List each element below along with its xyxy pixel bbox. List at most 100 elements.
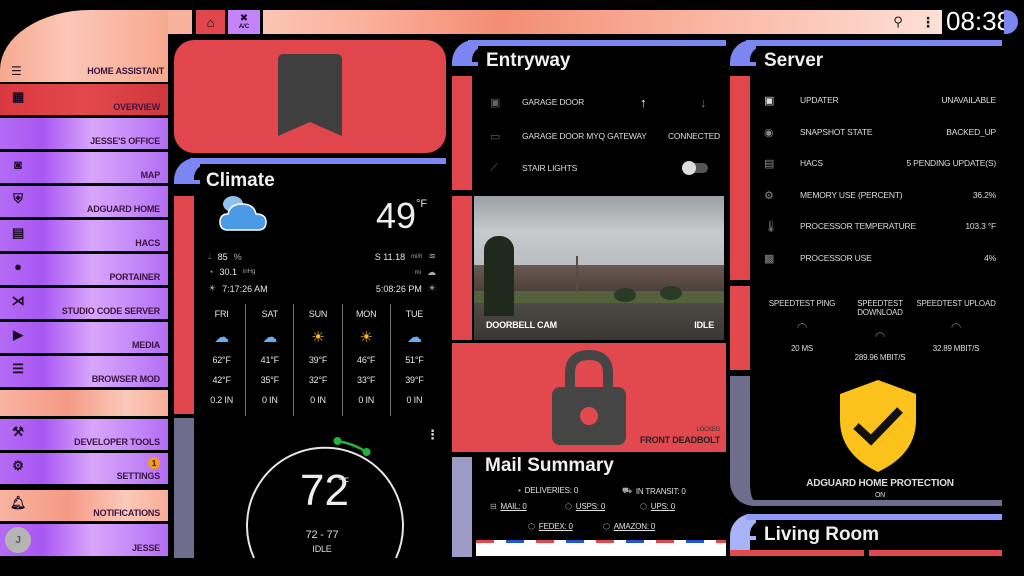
usps-link[interactable]: ⬡ USPS: 0 bbox=[565, 502, 605, 511]
sidebar-item-overview[interactable]: ▦ Overview bbox=[0, 84, 168, 115]
myq-gateway-row: ▭ Garage Door MyQ Gateway Connected bbox=[490, 124, 720, 148]
server-row-value: 5 pending update(s) bbox=[906, 158, 996, 168]
fedex-count[interactable]: FedEx: 0 bbox=[539, 522, 573, 531]
forecast-low: 32°F bbox=[308, 375, 328, 385]
front-deadbolt-card[interactable]: Locked Front Deadbolt bbox=[452, 343, 726, 452]
setpoint-high-handle[interactable] bbox=[362, 447, 371, 456]
forecast-day: Fri ☁ 62°F 42°F 0.2 in bbox=[198, 304, 247, 416]
forecast-precip: 0 in bbox=[261, 395, 278, 405]
wind-value: S 11.18 bbox=[374, 251, 406, 262]
docker-whale-icon: ● bbox=[14, 258, 22, 274]
living-room-bar bbox=[730, 550, 864, 556]
doorbell-camera-feed[interactable]: Doorbell Cam Idle bbox=[474, 196, 724, 340]
forecast-day-label: Fri bbox=[214, 309, 229, 319]
sidebar-item-map[interactable]: ◙ Map bbox=[0, 152, 168, 183]
mail-link[interactable]: ⊟ Mail: 0 bbox=[490, 502, 527, 511]
sidebar-item-label: Studio Code Server bbox=[61, 306, 160, 316]
sidebar-item-portainer[interactable]: ● Portainer bbox=[0, 254, 168, 285]
sidebar-item-developer-tools[interactable]: ⚒ Developer Tools bbox=[0, 419, 168, 450]
server-row-label: HACS bbox=[800, 158, 823, 168]
thermostat-more-button[interactable]: ⋮ bbox=[426, 427, 439, 443]
sidebar-item-adguard-home[interactable]: ⛨ AdGuard Home bbox=[0, 186, 168, 217]
more-vert-icon: ⋮ bbox=[921, 13, 935, 30]
garage-close-button[interactable]: ↓ bbox=[700, 95, 720, 110]
clock: 08:38 bbox=[946, 6, 1012, 36]
sidebar-item-settings[interactable]: ⚙ 1 Settings bbox=[0, 453, 168, 484]
bookmark-card[interactable] bbox=[174, 40, 446, 153]
speedtest-download[interactable]: Speedtest Download ◠ 289.96 Mbit/s bbox=[840, 299, 920, 362]
server-row: ▤ HACS 5 pending update(s) bbox=[764, 153, 996, 173]
avatar: J bbox=[5, 527, 31, 553]
sidebar-item-label: Notifications bbox=[93, 508, 160, 518]
ups-count[interactable]: UPS: 0 bbox=[651, 502, 675, 511]
speedtest-ping[interactable]: Speedtest Ping ◠ 20 ms bbox=[762, 299, 842, 353]
speedtest-label: Speedtest Upload bbox=[916, 299, 996, 308]
sidebar-item-studio-code-server[interactable]: ⋊ Studio Code Server bbox=[0, 288, 168, 319]
hacs-store-icon: ▤ bbox=[764, 157, 775, 170]
package-box-icon: ▪ bbox=[518, 486, 521, 495]
search-icon: ⚲ bbox=[893, 14, 903, 29]
speedometer-icon: ◠ bbox=[874, 329, 886, 343]
frame-side-bar bbox=[730, 540, 750, 550]
sidebar-item-hacs[interactable]: ▤ HACS bbox=[0, 220, 168, 251]
speedtest-value: 20 ms bbox=[790, 344, 814, 353]
wind-icon: ≋ bbox=[428, 251, 436, 261]
notification-badge: 1 bbox=[148, 457, 160, 469]
forecast-day: Sun ☀ 39°F 32°F 0 in bbox=[294, 304, 343, 416]
stair-lights-label: Stair Lights bbox=[522, 163, 578, 173]
forecast-high: 51°F bbox=[405, 355, 424, 365]
ups-link[interactable]: ⬡ UPS: 0 bbox=[640, 502, 675, 511]
camera-bush bbox=[484, 236, 514, 316]
sidebar-item-browser-mod[interactable]: ☰ Browser Mod bbox=[0, 356, 168, 387]
amazon-link[interactable]: ⬡ Amazon: 0 bbox=[603, 522, 655, 531]
garage-open-button[interactable]: ↑ bbox=[640, 95, 700, 110]
sidebar-item-profile[interactable]: J Jesse bbox=[0, 524, 168, 556]
frame-side-bar bbox=[174, 418, 194, 558]
forecast-low: 39°F bbox=[405, 375, 424, 385]
top-bar bbox=[263, 10, 942, 34]
forecast-high: 39°F bbox=[308, 355, 328, 365]
visibility-row: mi ☁ bbox=[415, 267, 436, 278]
mail-count[interactable]: Mail: 0 bbox=[501, 502, 527, 511]
sidebar-item-jesses-office[interactable]: Jesse's Office bbox=[0, 118, 168, 149]
sun-icon: ☀ bbox=[359, 329, 373, 346]
mail-title: Mail Summary bbox=[485, 455, 614, 476]
living-room-title: Living Room bbox=[764, 524, 880, 545]
menu-collapse-icon[interactable]: ☰ bbox=[11, 64, 22, 78]
speedtest-upload[interactable]: Speedtest Upload ◠ 32.89 Mbit/s bbox=[916, 299, 996, 353]
in-transit-row: ⛟ In Transit: 0 bbox=[622, 486, 686, 496]
garage-icon: ▣ bbox=[490, 96, 501, 109]
ac-button[interactable]: ✖ A/C bbox=[228, 10, 260, 34]
mailbox-icon: ⊟ bbox=[490, 502, 497, 511]
usps-count[interactable]: USPS: 0 bbox=[576, 502, 605, 511]
setpoint-low-handle[interactable] bbox=[333, 437, 342, 446]
package-icon: ▣ bbox=[764, 94, 775, 107]
eye-icon: ◉ bbox=[764, 126, 774, 139]
sidebar-item-label: Developer Tools bbox=[74, 437, 160, 447]
outdoor-temperature: 49 bbox=[376, 195, 417, 236]
server-row-label: Snapshot State bbox=[800, 127, 873, 137]
deliveries-row: ▪ Deliveries: 0 bbox=[518, 486, 578, 495]
myq-gateway-label: Garage Door MyQ Gateway bbox=[522, 131, 647, 141]
partly-cloudy-icon: ☁ bbox=[407, 329, 422, 346]
sidebar-item-notifications[interactable]: 🔔︎ Notifications bbox=[0, 490, 168, 521]
sidebar-item-label: Browser Mod bbox=[91, 374, 161, 384]
more-menu-button[interactable]: ⋮ bbox=[920, 12, 936, 32]
server-row-label: Updater bbox=[800, 95, 839, 105]
fedex-link[interactable]: ⬡ FedEx: 0 bbox=[528, 522, 573, 531]
sunset-icon: ☀ bbox=[427, 283, 436, 293]
home-button[interactable]: ⌂ bbox=[196, 10, 225, 34]
hammer-icon: ⚒ bbox=[12, 423, 24, 439]
lock-state: Locked bbox=[696, 427, 721, 433]
search-button[interactable]: ⚲ bbox=[888, 12, 908, 32]
forecast-low: 35°F bbox=[260, 375, 280, 385]
vscode-icon: ⋊ bbox=[11, 292, 25, 308]
garage-door-label: Garage Door bbox=[522, 97, 585, 107]
partly-cloudy-icon: ☁ bbox=[214, 329, 229, 346]
stair-lights-toggle[interactable] bbox=[682, 161, 708, 175]
amazon-count[interactable]: Amazon: 0 bbox=[614, 522, 656, 531]
sidebar-item-label: Jesse's Office bbox=[90, 136, 160, 146]
sidebar-item-media[interactable]: ▶ Media bbox=[0, 322, 168, 353]
partly-cloudy-icon bbox=[219, 196, 267, 231]
adguard-shield-icon[interactable] bbox=[840, 380, 916, 472]
